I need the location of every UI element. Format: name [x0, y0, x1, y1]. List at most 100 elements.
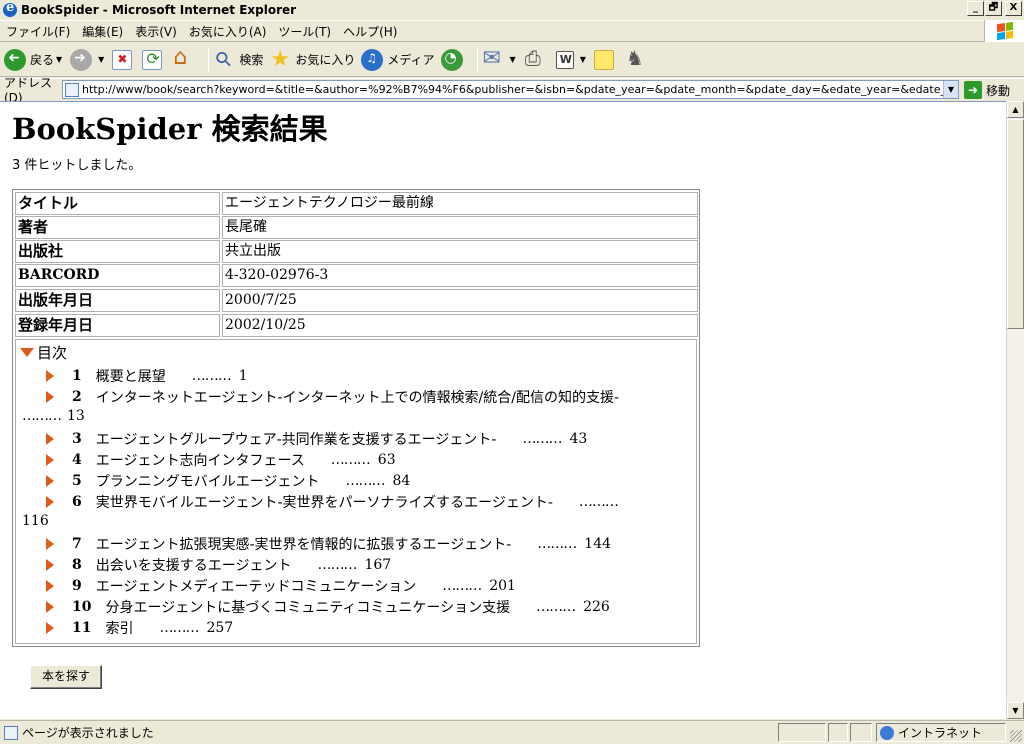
toc-page: 43 — [569, 431, 588, 447]
favorites-label: お気に入り — [295, 53, 356, 67]
menu-tools[interactable]: ツール(T) — [272, 23, 337, 40]
home-icon — [172, 45, 194, 71]
back-dropdown-icon[interactable]: ▼ — [56, 55, 62, 64]
messenger-button[interactable] — [624, 46, 650, 71]
edit-button[interactable]: ▼ — [555, 50, 588, 69]
toc-title: 分身エージェントに基づくコミュニティコミュニケーション支援 — [105, 600, 511, 616]
triangle-right-icon[interactable] — [46, 538, 54, 550]
status-bar: ページが表示されました イントラネット — [0, 720, 1024, 744]
toc-page: 167 — [364, 557, 392, 573]
toc-label: 目次 — [37, 344, 68, 362]
forward-dropdown-icon[interactable]: ▼ — [98, 55, 104, 64]
toc-item[interactable]: 6 実世界モバイルエージェント-実世界をパーソナライズするエージェント- ……… — [46, 492, 626, 512]
toc-number: 6 — [72, 494, 82, 510]
close-button[interactable]: X — [1005, 1, 1022, 16]
toc-item-continuation: 116 — [22, 513, 49, 529]
toc-dots: ……… — [317, 557, 357, 573]
field-value: 共立出版 — [222, 240, 698, 263]
toc-dots: ……… — [22, 408, 62, 424]
toc-item[interactable]: 8 出会いを支援するエージェント ……… 167 — [46, 555, 391, 575]
stop-button[interactable] — [112, 49, 136, 70]
toc-number: 10 — [72, 599, 92, 615]
stop-icon — [112, 49, 133, 70]
toc-dots: ……… — [537, 536, 577, 552]
address-input[interactable]: http://www/book/search?keyword=&title=&a… — [62, 80, 959, 99]
home-button[interactable] — [172, 45, 198, 71]
media-button[interactable]: メディア — [361, 48, 435, 71]
toc-number: 5 — [72, 473, 82, 489]
toc-item[interactable]: 2 インターネットエージェント-インターネット上での情報検索/統合/配信の知的支… — [46, 387, 619, 407]
toc-number: 9 — [72, 578, 82, 594]
refresh-button[interactable] — [142, 49, 166, 70]
search-button[interactable]: 検索 — [213, 49, 263, 71]
mail-dropdown-icon[interactable]: ▼ — [510, 55, 516, 64]
toc-title: エージェント志向インタフェース — [95, 453, 305, 469]
maximize-button[interactable]: 🗗 — [985, 1, 1002, 16]
triangle-right-icon[interactable] — [46, 391, 54, 403]
menu-view[interactable]: 表示(V) — [129, 23, 183, 40]
resize-grip[interactable] — [1010, 730, 1022, 742]
vertical-scrollbar[interactable]: ▲ ▼ — [1006, 101, 1024, 719]
forward-arrow-icon — [70, 48, 93, 71]
find-book-button[interactable]: 本を探す — [30, 665, 102, 689]
address-dropdown-icon[interactable]: ▼ — [943, 81, 958, 98]
favorites-button[interactable]: お気に入り — [269, 47, 356, 72]
triangle-right-icon[interactable] — [46, 475, 54, 487]
toc-page: 63 — [377, 452, 396, 468]
history-icon — [440, 48, 463, 71]
address-bar: アドレス(D) http://www/book/search?keyword=&… — [0, 76, 1024, 105]
scroll-up-icon[interactable]: ▲ — [1007, 101, 1024, 118]
toc-item[interactable]: 5 プランニングモバイルエージェント ……… 84 — [46, 471, 410, 491]
windows-logo — [984, 20, 1024, 42]
forward-button[interactable]: ▼ — [70, 48, 106, 71]
edit-dropdown-icon[interactable]: ▼ — [580, 55, 586, 64]
toc-item[interactable]: 11 索引 ……… 257 — [46, 618, 233, 638]
triangle-right-icon[interactable] — [46, 601, 54, 613]
discuss-button[interactable] — [593, 49, 618, 70]
toc-toggle[interactable]: 目次 — [20, 342, 67, 363]
toc-item-continuation: ……… 13 — [22, 408, 85, 424]
minimize-button[interactable]: _ — [967, 1, 984, 16]
address-url[interactable]: http://www/book/search?keyword=&title=&a… — [82, 83, 958, 96]
menu-help[interactable]: ヘルプ(H) — [337, 23, 403, 40]
triangle-right-icon[interactable] — [46, 496, 54, 508]
toc-dots: ……… — [536, 599, 576, 615]
scroll-thumb[interactable] — [1007, 119, 1024, 329]
toolbar-separator — [208, 47, 210, 72]
toc-dots: ……… — [522, 431, 562, 447]
triangle-right-icon[interactable] — [46, 454, 54, 466]
field-row-register-date: 登録年月日 2002/10/25 — [15, 314, 698, 337]
print-button[interactable] — [524, 46, 550, 71]
field-value: 2002/10/25 — [222, 314, 698, 337]
mail-button[interactable]: ▼ — [482, 46, 518, 71]
toc-title: プランニングモバイルエージェント — [95, 474, 320, 490]
scroll-down-icon[interactable]: ▼ — [1007, 702, 1024, 719]
menu-file[interactable]: ファイル(F) — [0, 23, 76, 40]
field-row-publish-date: 出版年月日 2000/7/25 — [15, 289, 698, 312]
history-button[interactable] — [440, 48, 467, 71]
search-icon — [213, 49, 235, 71]
refresh-icon — [142, 49, 163, 70]
toc-dots: ……… — [159, 620, 199, 636]
back-button[interactable]: 戻る ▼ — [4, 48, 64, 71]
toc-number: 8 — [72, 557, 82, 573]
security-zone: イントラネット — [876, 723, 1006, 742]
menu-favorites[interactable]: お気に入り(A) — [183, 23, 273, 40]
toc-item[interactable]: 10 分身エージェントに基づくコミュニティコミュニケーション支援 ……… 226 — [46, 597, 610, 617]
toc-item[interactable]: 9 エージェントメディエーテッドコミュニケーション ……… 201 — [46, 576, 516, 596]
toc-item[interactable]: 3 エージェントグループウェア-共同作業を支援するエージェント- ……… 43 — [46, 429, 587, 449]
toc-item[interactable]: 7 エージェント拡張現実感-実世界を情報的に拡張するエージェント- ……… 14… — [46, 534, 611, 554]
go-button[interactable]: ➜ 移動 — [964, 81, 1010, 99]
menu-edit[interactable]: 編集(E) — [76, 23, 129, 40]
triangle-right-icon[interactable] — [46, 433, 54, 445]
messenger-icon — [624, 46, 646, 71]
triangle-right-icon[interactable] — [46, 370, 54, 382]
toolbar: 戻る ▼ ▼ 検索 お気に入り メディア ▼ ▼ — [0, 43, 1024, 77]
media-label: メディア — [387, 53, 435, 67]
toc-number: 4 — [72, 452, 82, 468]
toc-item[interactable]: 4 エージェント志向インタフェース ……… 63 — [46, 450, 396, 470]
triangle-right-icon[interactable] — [46, 622, 54, 634]
triangle-right-icon[interactable] — [46, 580, 54, 592]
toc-item[interactable]: 1 概要と展望 ……… 1 — [46, 366, 248, 386]
triangle-right-icon[interactable] — [46, 559, 54, 571]
